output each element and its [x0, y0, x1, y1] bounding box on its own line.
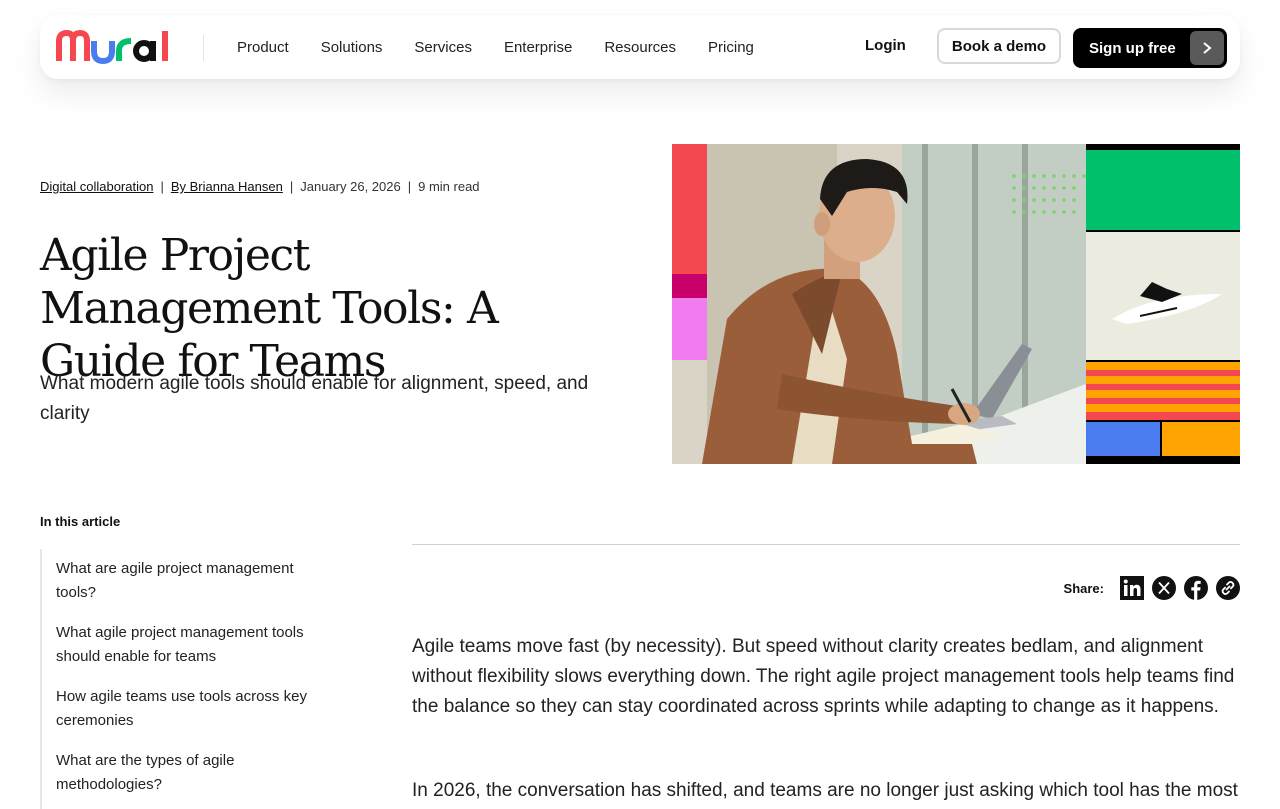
hero-image: [672, 144, 1240, 464]
site-header: Product Solutions Services Enterprise Re…: [40, 15, 1240, 79]
hero-illustration: [672, 144, 1240, 464]
category-link[interactable]: Digital collaboration: [40, 179, 153, 194]
login-link[interactable]: Login: [865, 37, 906, 54]
content-divider: [412, 544, 1240, 545]
book-demo-button[interactable]: Book a demo: [937, 28, 1061, 64]
article-meta: Digital collaboration | By Brianna Hansen |…: [40, 179, 480, 194]
meta-separator: |: [160, 179, 164, 194]
toc-item-2[interactable]: What agile project management tools shou…: [56, 621, 336, 669]
x-icon[interactable]: [1152, 576, 1176, 600]
page-title: Agile Project Management Tools: A Guide …: [40, 230, 499, 387]
toc-title: In this article: [40, 514, 121, 529]
toc-item-3[interactable]: How agile teams use tools across key cer…: [56, 685, 336, 733]
sign-up-label: Sign up free: [1089, 39, 1176, 57]
toc-item-1[interactable]: What are agile project management tools?: [56, 557, 336, 605]
table-of-contents: What are agile project management tools?…: [40, 549, 342, 809]
facebook-icon[interactable]: [1184, 576, 1208, 600]
meta-separator: |: [289, 179, 294, 194]
nav-divider: [203, 35, 204, 61]
article-paragraph: In 2026, the conversation has shifted, a…: [412, 780, 1238, 801]
nav-item-product[interactable]: Product: [237, 39, 289, 56]
publish-date: January 26, 2026: [300, 179, 401, 194]
nav-item-solutions[interactable]: Solutions: [321, 39, 383, 56]
mural-logo[interactable]: [56, 29, 172, 65]
sign-up-button[interactable]: Sign up free: [1073, 28, 1227, 68]
author-link[interactable]: By Brianna Hansen: [171, 179, 283, 194]
nav-item-services[interactable]: Services: [414, 39, 472, 56]
linkedin-icon[interactable]: [1120, 576, 1144, 600]
article-paragraph: Agile teams move fast (by necessity). Bu…: [412, 636, 1235, 717]
article-subtitle: What modern agile tools should enable fo…: [40, 373, 589, 424]
meta-separator: |: [407, 179, 412, 194]
toc-item-4[interactable]: What are the types of agile methodologie…: [56, 749, 336, 797]
nav-item-pricing[interactable]: Pricing: [708, 39, 754, 56]
read-time: 9 min read: [418, 179, 480, 194]
link-icon[interactable]: [1216, 576, 1240, 600]
nav-item-enterprise[interactable]: Enterprise: [504, 39, 572, 56]
main-nav: Product Solutions Services Enterprise Re…: [237, 15, 786, 79]
chevron-right-icon: [1190, 31, 1224, 65]
share-label: Share:: [1063, 580, 1104, 596]
share-bar: Share:: [1064, 576, 1240, 600]
nav-item-resources[interactable]: Resources: [604, 39, 676, 56]
